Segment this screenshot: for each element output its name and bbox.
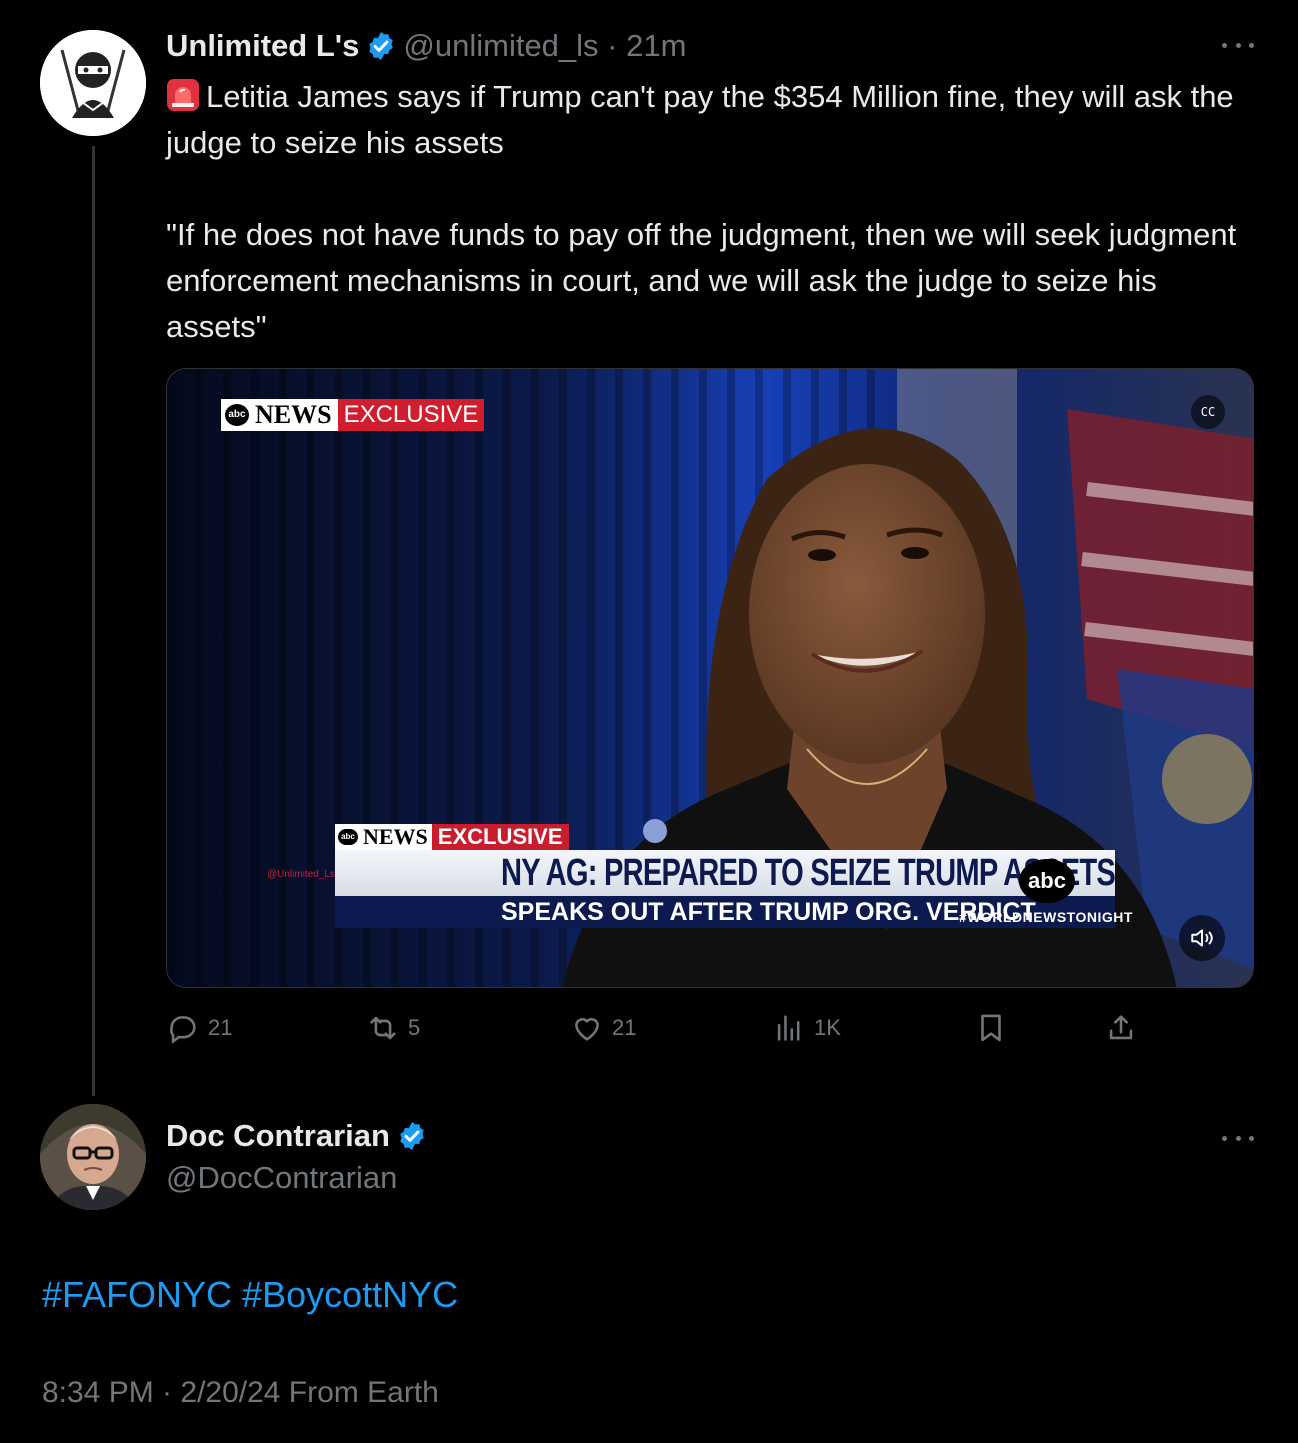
tweet-text-line1: Letitia James says if Trump can't pay th… xyxy=(166,79,1243,160)
repost-icon xyxy=(370,1016,396,1040)
world-news-tonight-hashtag: #WORLDNEWSTONIGHT xyxy=(959,909,1133,925)
reply-text: #FAFONYC #BoycottNYC xyxy=(42,1274,458,1316)
lower-third-headline: NY AG: PREPARED TO SEIZE TRUMP ASSETS xyxy=(335,850,1116,896)
repost-count: 5 xyxy=(408,1015,421,1040)
tweet-text-quote: "If he does not have funds to pay off th… xyxy=(166,217,1245,344)
more-options-icon[interactable] xyxy=(1222,40,1254,50)
siren-emoji-icon xyxy=(167,79,199,111)
thread-connector xyxy=(92,146,95,1096)
reply-timestamp[interactable]: 8:34 PM · 2/20/24 From Earth xyxy=(42,1376,439,1410)
bookmark-action[interactable] xyxy=(974,1008,1008,1048)
views-action[interactable]: 1K xyxy=(772,1008,841,1048)
video-watermark: @Unlimited_Ls xyxy=(267,869,335,880)
tweet-header: Unlimited L's @unlimited_ls · 21m xyxy=(166,26,686,66)
reply-count: 21 xyxy=(208,1015,233,1040)
verified-badge-icon[interactable] xyxy=(365,30,397,62)
reply-action[interactable]: 21 xyxy=(166,1008,232,1048)
exclusive-tag: EXCLUSIVE xyxy=(337,399,485,431)
news-brand-text: NEWS xyxy=(221,399,338,431)
reply-author-name[interactable]: Doc Contrarian xyxy=(166,1118,390,1154)
author-name[interactable]: Unlimited L's xyxy=(166,28,359,64)
tweet-time[interactable]: 21m xyxy=(626,28,686,64)
man-portrait-icon xyxy=(40,1104,146,1210)
lower-exclusive-tag: EXCLUSIVE xyxy=(431,824,569,850)
lower-third-tag: NEWS EXCLUSIVE xyxy=(335,824,1115,850)
abc-news-exclusive-logo: NEWS EXCLUSIVE xyxy=(221,399,485,431)
captions-button[interactable]: CC xyxy=(1191,395,1225,429)
ninja-avatar-icon xyxy=(40,30,146,136)
separator-dot: · xyxy=(598,28,627,63)
reply-header: Doc Contrarian xyxy=(166,1116,434,1156)
hashtag-link[interactable]: #BoycottNYC xyxy=(242,1274,458,1315)
reply-icon xyxy=(170,1016,196,1045)
hashtag-link[interactable]: #FAFONYC xyxy=(42,1274,232,1315)
views-count: 1K xyxy=(814,1015,841,1040)
lower-news-brand: NEWS xyxy=(335,824,432,850)
unmute-button[interactable] xyxy=(1179,915,1225,961)
video-player[interactable]: NEWS EXCLUSIVE CC NEWS EXCLUSIVE NY AG: … xyxy=(166,368,1254,988)
repost-action[interactable]: 5 xyxy=(366,1008,420,1048)
views-chart-icon xyxy=(777,1015,800,1041)
like-count: 21 xyxy=(612,1015,637,1040)
abc-network-bug: abc xyxy=(1019,859,1075,903)
reply-author-handle[interactable]: @DocContrarian xyxy=(166,1160,397,1196)
speaker-muted-icon xyxy=(1191,929,1213,947)
like-action[interactable]: 21 xyxy=(570,1008,636,1048)
reply-author-avatar[interactable] xyxy=(40,1104,146,1210)
bookmark-icon xyxy=(981,1014,1001,1042)
share-icon xyxy=(1109,1015,1133,1040)
author-handle[interactable]: @unlimited_ls xyxy=(403,28,598,64)
share-action[interactable] xyxy=(1104,1008,1138,1048)
tweet-text: Letitia James says if Trump can't pay th… xyxy=(166,74,1246,350)
verified-badge-icon[interactable] xyxy=(396,1120,428,1152)
author-avatar[interactable] xyxy=(40,30,146,136)
heart-icon xyxy=(575,1018,599,1041)
more-options-icon[interactable] xyxy=(1222,1133,1254,1143)
